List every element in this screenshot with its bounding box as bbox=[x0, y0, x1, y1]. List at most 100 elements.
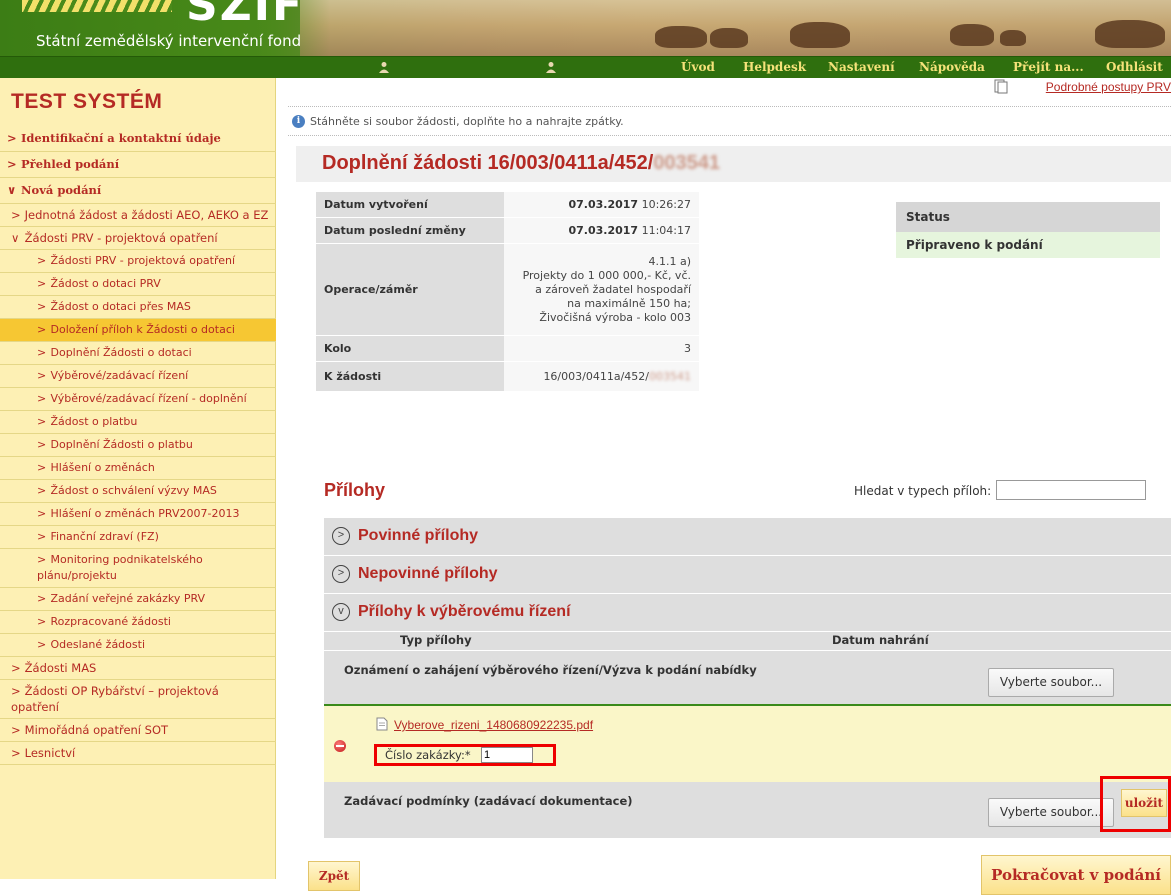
sidebar-item[interactable]: > Žádosti PRV - projektová opatření bbox=[0, 250, 276, 273]
user-settings-icon[interactable] bbox=[545, 61, 557, 73]
nav-home[interactable]: Úvod bbox=[681, 60, 715, 74]
remove-icon[interactable] bbox=[334, 740, 346, 752]
detailed-procedures-link[interactable]: Podrobné postupy PRV bbox=[1046, 80, 1171, 94]
chevron-right-icon: > bbox=[37, 415, 47, 428]
sidebar-item-label: Finanční zdraví (FZ) bbox=[50, 530, 159, 543]
chevron-right-icon: > bbox=[7, 157, 17, 171]
meta-row-modified: Datum poslední změny 07.03.2017 11:04:17 bbox=[316, 217, 699, 244]
sidebar-item-label: Rozpracované žádosti bbox=[50, 615, 172, 628]
nav-logout[interactable]: Odhlásit bbox=[1106, 60, 1163, 74]
chevron-right-icon: > bbox=[37, 484, 47, 497]
continue-submission-button[interactable]: Pokračovat v podání bbox=[981, 855, 1171, 895]
column-header-upload-date: Datum nahrání bbox=[832, 633, 929, 647]
sidebar-item[interactable]: > Odeslané žádosti bbox=[0, 634, 276, 657]
user-icon[interactable] bbox=[378, 61, 390, 73]
save-button[interactable]: uložit bbox=[1121, 789, 1167, 817]
sidebar-item[interactable]: > Žádosti OP Rybářství – projektová opat… bbox=[0, 680, 276, 719]
sidebar-item[interactable]: > Doplnění Žádosti o dotaci bbox=[0, 342, 276, 365]
sidebar-item-label: Hlášení o změnách bbox=[50, 461, 155, 474]
sidebar-item[interactable]: > Žádost o dotaci PRV bbox=[0, 273, 276, 296]
cattle-decoration bbox=[790, 22, 850, 48]
sidebar-item-label: Žádosti OP Rybářství – projektová opatře… bbox=[11, 684, 219, 714]
meta-line: na maximálně 150 ha; bbox=[567, 296, 691, 310]
meta-line: Projekty do 1 000 000,- Kč, vč. bbox=[522, 268, 691, 282]
uploaded-file-row: Vyberove_rizeni_1480680922235.pdf Číslo … bbox=[324, 704, 1171, 782]
sidebar-item[interactable]: > Hlášení o změnách PRV2007-2013 bbox=[0, 503, 276, 526]
sidebar-item[interactable]: > Rozpracované žádosti bbox=[0, 611, 276, 634]
info-text: Stáhněte si soubor žádosti, doplňte ho a… bbox=[310, 115, 624, 128]
meta-line: 4.1.1 a) bbox=[648, 254, 691, 268]
nav-help[interactable]: Nápověda bbox=[919, 60, 985, 74]
sidebar-item[interactable]: > Výběrové/zadávací řízení - doplnění bbox=[0, 388, 276, 411]
sidebar-item[interactable]: > Žádost o dotaci přes MAS bbox=[0, 296, 276, 319]
chevron-right-icon: > bbox=[37, 369, 47, 382]
chevron-right-icon: > bbox=[37, 507, 47, 520]
sidebar-item[interactable]: ∨ Žádosti PRV - projektová opatření bbox=[0, 227, 276, 250]
meta-key: Kolo bbox=[316, 335, 504, 362]
chevron-right-icon: > bbox=[11, 746, 21, 760]
meta-key: Datum poslední změny bbox=[316, 217, 504, 244]
attachment-search-input[interactable] bbox=[996, 480, 1146, 500]
meta-value: 16/003/0411a/452/003541 bbox=[504, 361, 699, 392]
chevron-right-icon: > bbox=[11, 208, 21, 222]
cattle-decoration bbox=[655, 26, 707, 48]
sidebar-item[interactable]: > Žádost o schválení výzvy MAS bbox=[0, 480, 276, 503]
meta-value: 07.03.2017 11:04:17 bbox=[504, 217, 699, 244]
sidebar-item-label: Doplnění Žádosti o dotaci bbox=[50, 346, 192, 359]
chevron-right-icon: > bbox=[11, 684, 21, 698]
chevron-right-icon: > bbox=[11, 661, 21, 675]
sidebar-item[interactable]: > Přehled podání bbox=[0, 152, 276, 178]
meta-key: K žádosti bbox=[316, 361, 504, 392]
contract-number-label: Číslo zakázky:* bbox=[385, 748, 471, 762]
sidebar-item[interactable]: > Žádost o platbu bbox=[0, 411, 276, 434]
sidebar-item[interactable]: > Jednotná žádost a žádosti AEO, AEKO a … bbox=[0, 204, 276, 227]
info-icon: i bbox=[292, 115, 305, 128]
sidebar-item[interactable]: > Výběrové/zadávací řízení bbox=[0, 365, 276, 388]
sidebar-item[interactable]: ∨ Nová podání bbox=[0, 178, 276, 204]
select-file-button[interactable]: Vyberte soubor... bbox=[988, 798, 1114, 827]
chevron-right-icon: > bbox=[37, 392, 47, 405]
chevron-right-icon: > bbox=[7, 131, 17, 145]
sidebar-item[interactable]: > Doplnění Žádosti o platbu bbox=[0, 434, 276, 457]
sidebar-item-label: Žádost o dotaci PRV bbox=[50, 277, 161, 290]
sidebar-item[interactable]: > Monitoring podnikatelského plánu/proje… bbox=[0, 549, 276, 588]
meta-line: a zároveň žadatel hospodaří bbox=[535, 282, 691, 296]
select-file-button[interactable]: Vyberte soubor... bbox=[988, 668, 1114, 697]
chevron-right-icon: > bbox=[37, 615, 47, 628]
sidebar-item[interactable]: > Identifikační a kontaktní údaje bbox=[0, 126, 276, 152]
back-button[interactable]: Zpět bbox=[308, 861, 360, 891]
accordion-tender-attachments[interactable]: v Přílohy k výběrovému řízení bbox=[324, 594, 1171, 632]
attachments-title: Přílohy bbox=[324, 480, 386, 500]
sidebar-item[interactable]: > Žádosti MAS bbox=[0, 657, 276, 680]
nav-helpdesk[interactable]: Helpdesk bbox=[743, 60, 806, 74]
sidebar-item-label: Odeslané žádosti bbox=[50, 638, 146, 651]
sidebar-item[interactable]: > Finanční zdraví (FZ) bbox=[0, 526, 276, 549]
chevron-right-icon: > bbox=[37, 277, 47, 290]
sidebar-item[interactable]: > Hlášení o změnách bbox=[0, 457, 276, 480]
nav-settings[interactable]: Nastavení bbox=[828, 60, 895, 74]
meta-time: 11:04:17 bbox=[641, 224, 691, 237]
status-box: Status Připraveno k podání bbox=[896, 202, 1160, 258]
meta-date: 07.03.2017 bbox=[568, 198, 639, 211]
sidebar-item[interactable]: > Doložení příloh k Žádosti o dotaci bbox=[0, 319, 276, 342]
file-icon bbox=[376, 717, 388, 731]
accordion-mandatory-attachments[interactable]: > Povinné přílohy bbox=[324, 518, 1171, 556]
sidebar-item-label: Identifikační a kontaktní údaje bbox=[21, 131, 221, 145]
accordion-optional-attachments[interactable]: > Nepovinné přílohy bbox=[324, 556, 1171, 594]
chevron-down-icon: v bbox=[332, 603, 350, 621]
uploaded-file-link[interactable]: Vyberove_rizeni_1480680922235.pdf bbox=[394, 718, 593, 732]
meta-value: 3 bbox=[504, 335, 699, 362]
sidebar-item[interactable]: > Mimořádná opatření SOT bbox=[0, 719, 276, 742]
nav-go-to[interactable]: Přejít na... bbox=[1013, 60, 1084, 74]
info-message: i Stáhněte si soubor žádosti, doplňte ho… bbox=[288, 106, 1171, 136]
contract-number-input[interactable] bbox=[481, 747, 533, 763]
chevron-right-icon: > bbox=[332, 565, 350, 583]
sidebar-item-label: Žádost o platbu bbox=[50, 415, 138, 428]
sidebar-item[interactable]: > Lesnictví bbox=[0, 742, 276, 765]
sidebar-item[interactable]: > Zadání veřejné zakázky PRV bbox=[0, 588, 276, 611]
sidebar-item-label: Žádosti PRV - projektová opatření bbox=[24, 231, 218, 245]
chevron-right-icon: > bbox=[37, 638, 47, 651]
meta-value: 07.03.2017 10:26:27 bbox=[504, 192, 699, 218]
table-row: Zadávací podmínky (zadávací dokumentace)… bbox=[324, 782, 1171, 838]
logo-text: SZIF bbox=[186, 0, 305, 31]
